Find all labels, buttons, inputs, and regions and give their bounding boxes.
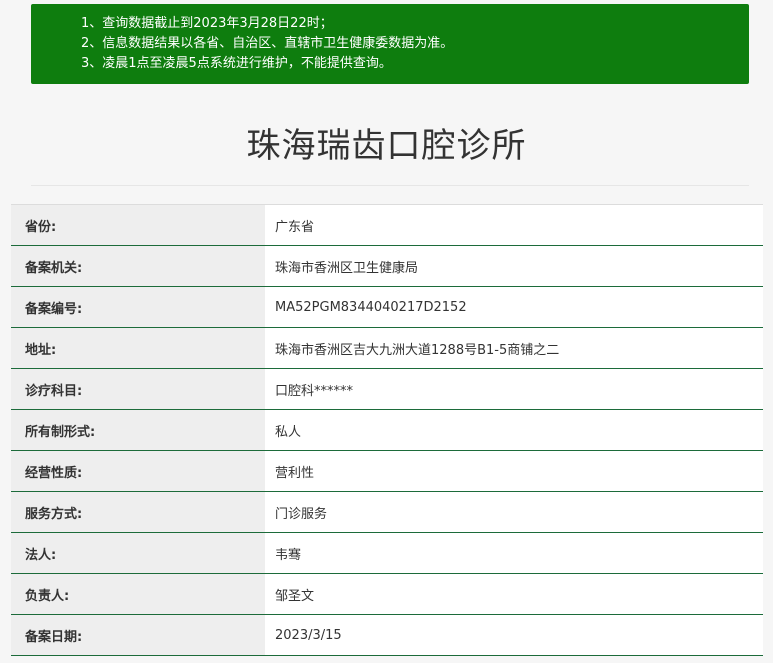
row-label: 所有制形式: bbox=[11, 410, 265, 450]
table-row-filing-number: 备案编号: MA52PGM8344040217D2152 bbox=[11, 287, 763, 328]
row-value: MA52PGM8344040217D2152 bbox=[265, 287, 763, 327]
notice-banner: 1、查询数据截止到2023年3月28日22时； 2、信息数据结果以各省、自治区、… bbox=[31, 4, 749, 84]
title-divider bbox=[31, 185, 749, 186]
table-row-departments: 诊疗科目: 口腔科****** bbox=[11, 369, 763, 410]
row-label: 服务方式: bbox=[11, 492, 265, 532]
table-row-address: 地址: 珠海市香洲区吉大九洲大道1288号B1-5商铺之二 bbox=[11, 328, 763, 369]
row-label: 备案日期: bbox=[11, 615, 265, 655]
row-label: 经营性质: bbox=[11, 451, 265, 491]
row-label: 地址: bbox=[11, 328, 265, 368]
notice-line-1: 1、查询数据截止到2023年3月28日22时； bbox=[81, 16, 333, 31]
page-title: 珠海瑞齿口腔诊所 bbox=[246, 126, 527, 166]
table-row-service-type: 服务方式: 门诊服务 bbox=[11, 492, 763, 533]
row-value: 邹圣文 bbox=[265, 574, 763, 614]
row-value: 2023/3/15 bbox=[265, 615, 763, 655]
notice-line-2: 2、信息数据结果以各省、自治区、直辖市卫生健康委数据为准。 bbox=[81, 36, 454, 51]
notice-line-3: 3、凌晨1点至凌晨5点系统进行维护，不能提供查询。 bbox=[81, 56, 392, 71]
row-label: 负责人: bbox=[11, 574, 265, 614]
row-label: 诊疗科目: bbox=[11, 369, 265, 409]
row-label: 法人: bbox=[11, 533, 265, 573]
row-label: 备案机关: bbox=[11, 246, 265, 286]
table-row-legal-person: 法人: 韦骞 bbox=[11, 533, 763, 574]
info-table: 省份: 广东省 备案机关: 珠海市香洲区卫生健康局 备案编号: MA52PGM8… bbox=[11, 204, 763, 656]
row-value: 珠海市香洲区吉大九洲大道1288号B1-5商铺之二 bbox=[265, 328, 763, 368]
table-row-filing-date: 备案日期: 2023/3/15 bbox=[11, 615, 763, 656]
row-value: 韦骞 bbox=[265, 533, 763, 573]
table-row-ownership: 所有制形式: 私人 bbox=[11, 410, 763, 451]
table-row-province: 省份: 广东省 bbox=[11, 205, 763, 246]
row-value: 营利性 bbox=[265, 451, 763, 491]
row-value: 私人 bbox=[265, 410, 763, 450]
row-value: 门诊服务 bbox=[265, 492, 763, 532]
row-value: 口腔科****** bbox=[265, 369, 763, 409]
row-value: 珠海市香洲区卫生健康局 bbox=[265, 246, 763, 286]
row-label: 备案编号: bbox=[11, 287, 265, 327]
table-row-business-nature: 经营性质: 营利性 bbox=[11, 451, 763, 492]
table-row-filing-authority: 备案机关: 珠海市香洲区卫生健康局 bbox=[11, 246, 763, 287]
row-value: 广东省 bbox=[265, 205, 763, 245]
table-row-person-in-charge: 负责人: 邹圣文 bbox=[11, 574, 763, 615]
row-label: 省份: bbox=[11, 205, 265, 245]
